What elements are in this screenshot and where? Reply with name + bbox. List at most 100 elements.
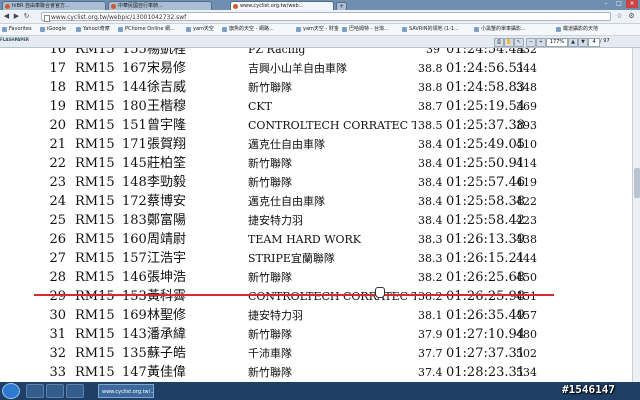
forward-icon[interactable]: ▶	[12, 12, 21, 21]
scrollbar-thumb[interactable]	[634, 168, 640, 198]
page-icon	[342, 27, 347, 32]
select-tool-icon[interactable]: ↖	[514, 38, 524, 47]
bookmark-item[interactable]: 小黑蟹的單車攝影...	[474, 25, 526, 34]
result-row: 21 RM15 171 張賀翔 邁克仕自由車隊 38.4 01:25:49.05 410	[0, 135, 632, 154]
cell-cat: RM15	[75, 308, 115, 323]
bookmark-item[interactable]: 旗魚的天空 - 網路...	[222, 25, 274, 34]
wrench-icon[interactable]: ⚙	[627, 12, 636, 21]
cell-pts: 450	[516, 271, 537, 284]
folder-icon[interactable]	[46, 384, 64, 398]
tab-2[interactable]: 中華民國自行車騎...	[108, 1, 212, 10]
cell-name: 林聖修	[147, 308, 187, 323]
cell-name: 莊柏筌	[147, 156, 187, 171]
cell-pts: 369	[516, 100, 537, 113]
vertical-scrollbar[interactable]	[632, 48, 640, 382]
reload-icon[interactable]: ↻	[22, 12, 31, 21]
cell-speed: 38.3	[418, 252, 443, 265]
cell-cat: RM15	[75, 346, 115, 361]
navigation-bar: ◀ ▶ ↻ www.cyclist.org.tw/webpic/13001042…	[0, 10, 640, 24]
tab-3-active[interactable]: www.cyclist.org.tw/web...	[230, 1, 334, 10]
results-document: 16 RM15 155 楊凱程 PZ Racing 39 01:24:54.44 332 17 R…	[0, 48, 632, 382]
cell-name: 黃佳偉	[147, 365, 187, 380]
bookmark-item[interactable]: yam天空	[186, 25, 214, 34]
cell-team: 邁克仕自由車隊	[248, 195, 325, 208]
yam-icon	[186, 27, 191, 32]
result-row: 27 RM15 157 江浩宇 STRIPE宜蘭聯隊 38.3 01:26:15.21 444	[0, 249, 632, 268]
bookmark-item[interactable]: Favorites	[2, 25, 32, 34]
cell-cat: RM15	[75, 251, 115, 266]
cell-rank: 19	[49, 99, 66, 114]
url-text: www.cyclist.org.tw/webpic/13001042732.sw…	[51, 14, 187, 21]
close-icon[interactable]: ×	[626, 0, 638, 8]
bookmark-item[interactable]: PChome Online 網...	[118, 25, 175, 34]
ie-icon[interactable]	[26, 384, 44, 398]
cell-time: 01:24:56.51	[446, 61, 526, 76]
start-button[interactable]	[2, 383, 20, 399]
cell-name: 張坤浩	[147, 270, 187, 285]
cell-no: 146	[122, 270, 147, 285]
bookmark-item[interactable]: iGoogle	[40, 25, 66, 34]
cell-pts: 423	[516, 214, 537, 227]
flashpaper-logo: FLASHPAPER	[0, 37, 30, 42]
watermark: #1546147	[562, 383, 615, 396]
cell-cat: RM15	[75, 48, 115, 57]
cell-name: 張賀翔	[147, 137, 187, 152]
bookmark-item[interactable]: 鐵道攝影的天地	[556, 25, 598, 34]
bookmark-item[interactable]: 巴哈姆特 - 台灣...	[342, 25, 389, 34]
print-icon[interactable]: ⎙	[494, 38, 504, 47]
bookmark-item[interactable]: yam天空 - 財金	[296, 25, 339, 34]
zoom-level[interactable]: 177%	[546, 38, 568, 47]
cell-name: 徐吉威	[147, 80, 187, 95]
taskbar-item-browser[interactable]: www.cyclist.org.tw/...	[98, 384, 154, 398]
star-icon[interactable]: ☆	[615, 12, 624, 21]
next-page-icon[interactable]: ▼	[578, 38, 588, 47]
cell-time: 01:27:10.94	[446, 327, 526, 342]
address-bar[interactable]: www.cyclist.org.tw/webpic/13001042732.sw…	[41, 12, 611, 22]
bookmark-item[interactable]: SAVRIN的領地 (1-1...	[402, 25, 459, 34]
cell-time: 01:24:58.83	[446, 80, 526, 95]
page-icon	[402, 27, 407, 32]
back-icon[interactable]: ◀	[2, 12, 11, 21]
zoom-out-icon[interactable]: −	[526, 38, 536, 47]
cell-rank: 30	[49, 308, 66, 323]
cell-name: 江浩宇	[147, 251, 187, 266]
tab-1[interactable]: hiBR 自由車聯合會官方...	[2, 1, 106, 10]
maximize-icon[interactable]: □	[613, 0, 625, 8]
cell-time: 01:26:35.49	[446, 308, 526, 323]
minimize-icon[interactable]: –	[600, 0, 612, 8]
cell-no: 153	[122, 289, 147, 304]
result-row: 33 RM15 147 黃佳偉 新竹聯隊 37.4 01:28:23.31 534	[0, 363, 632, 382]
cell-team: PZ Racing	[248, 48, 306, 56]
zoom-in-icon[interactable]: +	[536, 38, 546, 47]
favicon-icon	[111, 4, 116, 9]
cell-name: 曾宇隆	[147, 118, 187, 133]
tab-label: 中華民國自行車騎...	[118, 3, 163, 9]
page-icon	[222, 27, 227, 32]
cell-time: 01:25:57.46	[446, 175, 526, 190]
cell-team: 新竹聯隊	[248, 157, 292, 170]
cell-no: 145	[122, 156, 147, 171]
cell-time: 01:27:37.31	[446, 346, 526, 361]
result-row: 29 RM15 153黃科霽 CONTROLTECH CORRATEC TAIWAN3…	[0, 287, 632, 306]
cell-pts: 414	[516, 157, 537, 170]
cell-team: CONTROLTECH CORRATEC TAIWAN	[248, 290, 416, 303]
cell-name: 王楷穆	[147, 99, 187, 114]
result-row: 26 RM15 160 周靖尉 TEAM HARD WORK 38.3 01:26:13.3…	[0, 230, 632, 249]
cell-team: 新竹聯隊	[248, 328, 292, 341]
result-row: 31 RM15 143 潘承緯 新竹聯隊 37.9 01:27:10.94 480	[0, 325, 632, 344]
pchome-icon	[118, 27, 123, 32]
cell-name: 潘承緯	[147, 327, 187, 342]
cell-no: 160	[122, 232, 147, 247]
page-number-input[interactable]: 4	[588, 38, 600, 47]
result-row: 16 RM15 155 楊凱程 PZ Racing 39 01:24:54.44 332	[0, 48, 632, 59]
cell-name: 蔡博安	[147, 194, 187, 209]
tab-strip: hiBR 自由車聯合會官方... 中華民國自行車騎... www.cyclist…	[0, 0, 640, 11]
previous-page-icon[interactable]: ▲	[568, 38, 578, 47]
cell-pts: 422	[516, 195, 537, 208]
cell-speed: 38.4	[418, 138, 443, 151]
media-player-icon[interactable]	[66, 384, 84, 398]
bookmark-item[interactable]: Yahoo!奇摩	[76, 25, 110, 34]
cell-cat: RM15	[75, 365, 115, 380]
hand-tool-icon[interactable]: ✋	[504, 38, 514, 47]
page-icon	[556, 27, 561, 32]
